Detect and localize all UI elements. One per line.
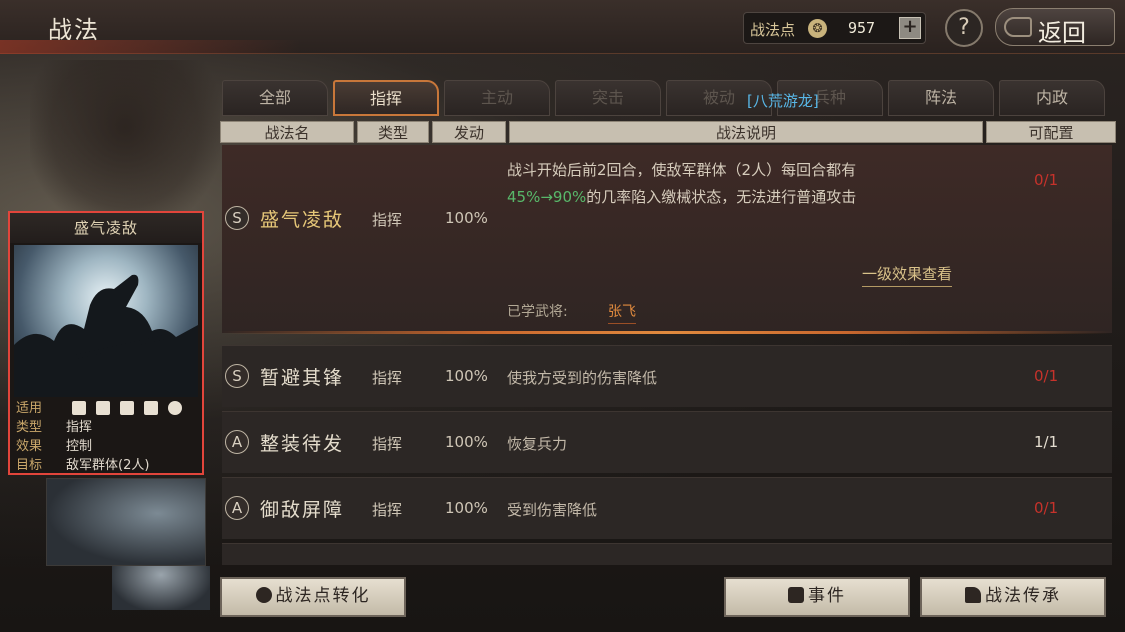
tactic-description: 受到伤害降低 [507,501,598,519]
desc-line-2: 45%→90%的几率陷入缴械状态，无法进行普通攻击 [507,184,977,211]
tactic-rate: 100% [445,367,488,385]
page-title: 战法 [48,16,100,44]
tactic-type: 指挥 [372,369,403,387]
target-value: 敌军群体(2人) [66,458,150,473]
tactic-type: 指挥 [372,501,403,519]
column-header-name: 战法名 [220,121,354,143]
tactic-card[interactable]: 盛气凌敌 适用 类型 指挥 效果 控制 目标 敌军群体(2人) [8,211,204,475]
apply-row: 适用 [16,399,200,418]
fire-icon [255,587,272,603]
bow-icon [120,401,134,415]
back-label: 返回 [1038,19,1086,47]
event-label: 事件 [808,586,846,606]
tactic-rate: 100% [445,499,488,517]
points-coin-icon: ❂ [808,19,827,38]
tactic-row-selected[interactable]: S 盛气凌敌 指挥 100% 战斗开始后前2回合，使敌军群体（2人）每回合都有 … [222,145,1112,334]
siege-wheel-icon [168,401,182,415]
desc-line-2-text: 的几率陷入缴械状态，无法进行普通攻击 [586,188,857,206]
tactic-row-partial[interactable] [222,543,1112,565]
effect-row: 效果 控制 [16,437,200,456]
spear-icon [144,401,158,415]
grade-badge: A [225,430,249,454]
add-points-button[interactable]: + [899,17,921,39]
slot-count: 0/1 [1034,367,1059,385]
type-value: 指挥 [66,420,93,435]
slot-count: 0/1 [1034,171,1059,189]
tactic-points-panel: 战法点 ❂ 957 + [743,12,926,44]
points-value: 957 [848,19,876,37]
tab-all[interactable]: 全部 [222,80,328,116]
slot-count: 0/1 [1034,499,1059,517]
top-bar: 战法 战法点 ❂ 957 + ? 返回 [0,0,1125,54]
tab-internal[interactable]: 内政 [999,80,1105,116]
inherit-tactic-button[interactable]: 战法传承 [920,577,1106,617]
tactic-name: 盛气凌敌 [260,209,345,231]
tactic-type: 指挥 [372,211,403,229]
header-glow [0,40,300,54]
tactic-type: 指挥 [372,435,403,453]
tactic-description: 战斗开始后前2回合，使敌军群体（2人）每回合都有 45%→90%的几率陷入缴械状… [507,157,977,211]
desc-line-1: 战斗开始后前2回合，使敌军群体（2人）每回合都有 [507,161,857,179]
back-arrow-icon [1004,17,1032,37]
card-behind-art-2 [112,566,210,610]
level-effect-link[interactable]: 一级效果查看 [862,263,953,287]
tactic-rate: 100% [445,209,488,227]
column-header-type: 类型 [357,121,429,143]
learned-generals-label: 已学武将: [507,304,568,320]
points-label: 战法点 [750,21,796,39]
inherit-label: 战法传承 [985,586,1061,606]
grade-badge: S [225,206,249,230]
hammer-icon [965,587,981,603]
effect-value: 控制 [66,439,93,454]
type-key: 类型 [16,420,43,435]
target-row: 目标 敌军群体(2人) [16,456,200,475]
type-row: 类型 指挥 [16,418,200,437]
learned-general-link[interactable]: 张飞 [608,301,636,324]
tactic-row[interactable]: A 御敌屏障 指挥 100% 受到伤害降低 0/1 [222,477,1112,539]
shield-icon [96,401,110,415]
alert-icon [788,587,804,603]
apply-key: 适用 [16,401,43,416]
slot-count: 1/1 [1034,433,1059,451]
column-header-desc: 战法说明 [509,121,983,143]
effect-key: 效果 [16,439,43,454]
grade-badge: A [225,496,249,520]
tactic-rate: 100% [445,433,488,451]
convert-points-button[interactable]: 战法点转化 [220,577,406,617]
selected-row-divider [222,331,1112,334]
desc-percentage: 45%→90% [507,188,587,206]
card-info: 适用 类型 指挥 效果 控制 目标 敌军群体(2人) [16,399,200,475]
tab-overlay-text: [八荒游龙] [747,92,819,110]
card-illustration [14,245,198,397]
convert-label: 战法点转化 [275,586,371,606]
category-tabs: 全部 指挥 主动 突击 被动 兵种 阵法 内政 [222,80,1112,116]
cavalry-icon [72,401,86,415]
back-button[interactable]: 返回 [995,8,1115,47]
tab-formation[interactable]: 阵法 [888,80,994,116]
cavalry-silhouette-icon [14,274,198,397]
background-figure [30,60,220,230]
tactic-description: 使我方受到的伤害降低 [507,369,658,387]
grade-badge: S [225,364,249,388]
column-header-rate: 发动 [432,121,506,143]
tab-command[interactable]: 指挥 [333,80,439,116]
help-button[interactable]: ? [945,9,983,47]
tactic-row[interactable]: A 整装待发 指挥 100% 恢复兵力 1/1 [222,411,1112,473]
tab-assault[interactable]: 突击 [555,80,661,116]
event-button[interactable]: 事件 [724,577,910,617]
card-title: 盛气凌敌 [10,213,202,243]
target-key: 目标 [16,458,43,473]
tactic-row[interactable]: S 暂避其锋 指挥 100% 使我方受到的伤害降低 0/1 [222,345,1112,407]
tactic-list: S 盛气凌敌 指挥 100% 战斗开始后前2回合，使敌军群体（2人）每回合都有 … [222,145,1112,565]
tactic-name: 御敌屏障 [260,499,345,521]
column-header-slot: 可配置 [986,121,1116,143]
tab-active[interactable]: 主动 [444,80,550,116]
tactic-description: 恢复兵力 [507,435,568,453]
card-behind-art [46,478,206,566]
tactic-name: 暂避其锋 [260,367,345,389]
tactic-name: 整装待发 [260,433,345,455]
